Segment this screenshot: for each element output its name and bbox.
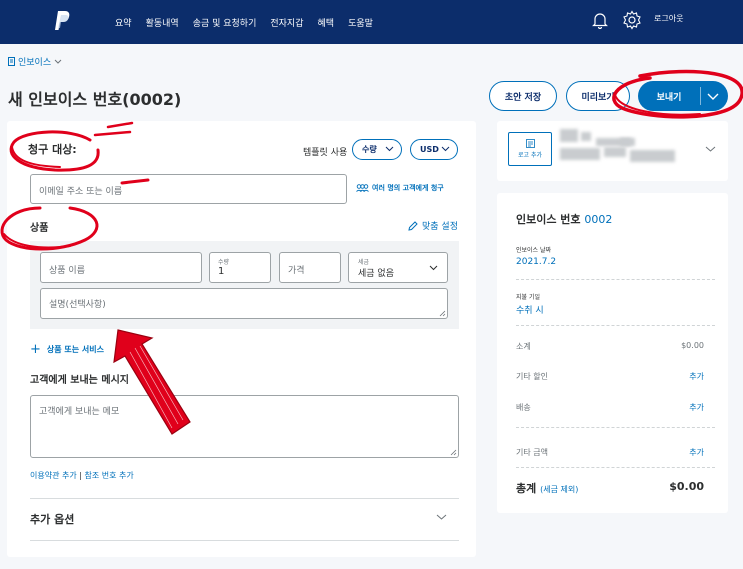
- people-icon: [356, 184, 369, 192]
- nav-item-summary[interactable]: 요약: [115, 16, 132, 29]
- bell-icon[interactable]: [592, 11, 608, 29]
- more-options-toggle[interactable]: 추가 옵션: [30, 511, 74, 527]
- customize-label: 맞춤 설정: [422, 222, 458, 232]
- template-select[interactable]: 수량: [352, 139, 402, 160]
- item-name-input[interactable]: 상품 이름: [40, 252, 202, 283]
- total-value: $0.00: [669, 480, 704, 493]
- due-date-label: 지불 기일: [516, 294, 540, 301]
- description-placeholder: 설명(선택사항): [49, 300, 106, 310]
- item-price-input[interactable]: 가격: [279, 252, 341, 283]
- nav-item-wallet[interactable]: 전자지갑: [270, 16, 303, 29]
- recipient-email-input[interactable]: 이메일 주소 또는 이름: [30, 174, 347, 204]
- shipping-label: 배송: [516, 403, 531, 412]
- top-nav: 요약 활동내역 송금 및 요청하기 전자지갑 혜택 도움말 로그아웃: [0, 0, 743, 44]
- bill-to-label: 청구 대상:: [28, 143, 77, 156]
- link-separator: |: [79, 471, 82, 480]
- add-terms-link[interactable]: 이용약관 추가: [30, 471, 77, 480]
- add-other-amount-link[interactable]: 추가: [689, 447, 704, 458]
- plus-icon: +: [30, 342, 41, 357]
- preview-button[interactable]: 미리보기: [566, 81, 630, 111]
- nav-item-offers[interactable]: 혜택: [318, 16, 335, 29]
- breadcrumb[interactable]: 인보이스: [8, 55, 62, 68]
- bill-multiple-link[interactable]: 여러 명의 고객에게 청구: [356, 183, 444, 193]
- item-tax-select[interactable]: 세금 세금 없음: [348, 252, 448, 283]
- chevron-down-icon: [441, 146, 450, 152]
- logout-link[interactable]: 로그아웃: [654, 13, 683, 24]
- page-title: 새 인보이스 번호(0002): [8, 90, 182, 109]
- pencil-icon: [408, 220, 418, 231]
- gear-icon[interactable]: [622, 10, 642, 30]
- add-logo-label: 로고 추가: [518, 152, 542, 159]
- chevron-down-icon[interactable]: [436, 513, 447, 521]
- add-shipping-link[interactable]: 추가: [689, 402, 704, 413]
- chevron-down-icon: [385, 146, 394, 152]
- total-label-text: 총계: [516, 482, 537, 495]
- breadcrumb-label: 인보이스: [18, 58, 52, 68]
- chevron-down-icon[interactable]: [704, 89, 722, 103]
- due-date-value[interactable]: 수취 시: [516, 303, 544, 316]
- divider: [30, 540, 459, 541]
- other-amount-label: 기타 금액: [516, 448, 548, 457]
- template-select-value: 수량: [362, 145, 377, 154]
- invoice-date-value[interactable]: 2021.7.2: [516, 257, 556, 267]
- resize-handle-icon[interactable]: [439, 310, 446, 317]
- send-button[interactable]: 보내기: [638, 81, 728, 111]
- invoice-number-value[interactable]: 0002: [584, 213, 612, 226]
- add-item-label: 상품 또는 서비스: [46, 345, 104, 354]
- add-reference-link[interactable]: 참조 번호 추가: [85, 471, 134, 480]
- customize-link[interactable]: 맞춤 설정: [408, 219, 458, 232]
- divider: [30, 498, 459, 499]
- memo-placeholder: 고객에게 보내는 메모: [39, 407, 120, 417]
- template-label: 템플릿 사용: [303, 148, 348, 158]
- invoice-number-prefix: 인보이스 번호: [516, 213, 581, 226]
- discount-label: 기타 할인: [516, 372, 548, 381]
- chevron-down-icon: [54, 59, 62, 64]
- currency-select[interactable]: USD: [410, 139, 458, 160]
- divider: [516, 467, 715, 468]
- divider: [516, 279, 715, 280]
- divider: [516, 325, 715, 326]
- nav-item-help[interactable]: 도움말: [348, 16, 373, 29]
- add-discount-link[interactable]: 추가: [689, 371, 704, 382]
- quantity-label: 수량: [218, 259, 230, 266]
- send-button-label: 보내기: [656, 92, 682, 103]
- chevron-down-icon: [429, 265, 438, 271]
- tax-value: 세금 없음: [358, 269, 394, 279]
- bill-multiple-label: 여러 명의 고객에게 청구: [372, 184, 444, 192]
- extra-links: 이용약관 추가 | 참조 번호 추가: [30, 470, 134, 481]
- message-label: 고객에게 보내는 메시지: [30, 375, 129, 386]
- subtotal-label: 소계: [516, 342, 531, 351]
- resize-handle-icon[interactable]: [450, 449, 457, 456]
- total-note: (세금 제외): [540, 485, 579, 494]
- paypal-logo-icon[interactable]: [55, 10, 71, 32]
- currency-select-value: USD: [420, 145, 439, 154]
- nav-item-activity[interactable]: 활동내역: [146, 16, 179, 29]
- total-label: 총계 (세금 제외): [516, 480, 578, 496]
- nav-links: 요약 활동내역 송금 및 요청하기 전자지갑 혜택 도움말: [115, 0, 373, 44]
- quantity-value: 1: [218, 266, 225, 277]
- send-button-divider: [700, 87, 701, 105]
- nav-item-send-request[interactable]: 송금 및 요청하기: [193, 16, 257, 29]
- customer-memo-textarea[interactable]: 고객에게 보내는 메모: [30, 395, 459, 458]
- tax-label: 세금: [358, 259, 370, 266]
- divider: [516, 427, 715, 428]
- save-draft-button[interactable]: 초안 저장: [489, 81, 557, 111]
- item-description-input[interactable]: 설명(선택사항): [40, 288, 448, 319]
- invoice-date-label: 인보이스 날짜: [516, 247, 552, 254]
- invoice-summary-card: [497, 193, 728, 513]
- add-logo-button[interactable]: 로고 추가: [508, 132, 552, 166]
- add-item-link[interactable]: + 상품 또는 서비스: [30, 342, 104, 357]
- chevron-down-icon[interactable]: [705, 145, 716, 153]
- image-icon: [525, 139, 535, 148]
- items-label: 상품: [30, 223, 49, 234]
- invoice-number-heading: 인보이스 번호 0002: [516, 211, 612, 227]
- document-icon: [8, 57, 15, 66]
- item-quantity-input[interactable]: 수량 1: [209, 252, 271, 283]
- subtotal-value: $0.00: [681, 341, 704, 350]
